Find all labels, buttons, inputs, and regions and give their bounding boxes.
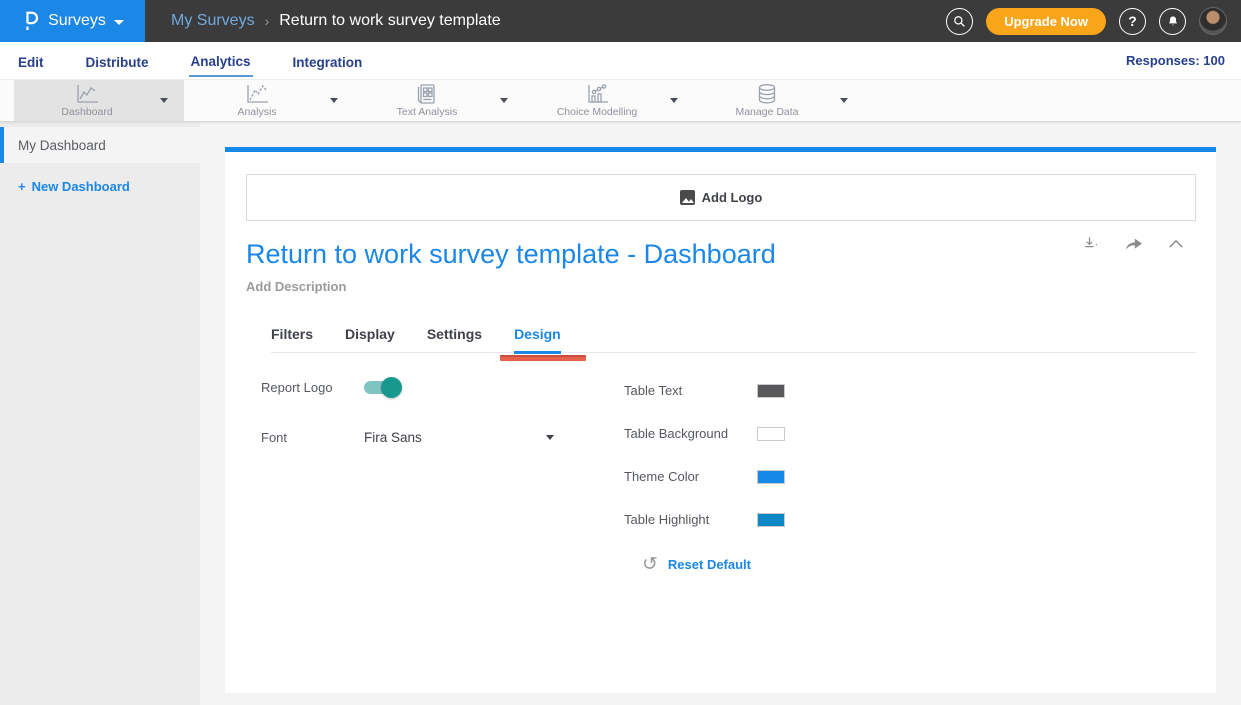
question-mark-icon: ? — [1128, 13, 1137, 29]
share-icon — [1124, 235, 1144, 253]
design-form: Report Logo Font Fira Sans Table Text — [261, 380, 1196, 574]
report-logo-label: Report Logo — [261, 380, 356, 395]
theme-color-swatch[interactable] — [757, 470, 785, 484]
nav-item-analytics[interactable]: Analytics — [189, 45, 253, 77]
text-analysis-dropdown-caret[interactable] — [500, 98, 508, 103]
table-text-label: Table Text — [624, 383, 757, 398]
text-analysis-icon — [415, 83, 439, 105]
chevron-up-icon — [1168, 238, 1184, 250]
toolbar-item-analysis[interactable]: Analysis — [184, 80, 354, 121]
dashboard-sidebar: My Dashboard + New Dashboard — [0, 122, 200, 705]
choice-modelling-icon — [584, 83, 610, 105]
dashboard-chart-icon — [74, 83, 100, 105]
table-background-label: Table Background — [624, 426, 757, 441]
analysis-dropdown-caret[interactable] — [330, 98, 338, 103]
breadcrumb-separator: › — [265, 13, 270, 29]
reset-default-button[interactable]: ↺ Reset Default — [642, 555, 785, 574]
toolbar-item-dashboard[interactable]: Dashboard — [14, 80, 184, 121]
search-icon — [952, 14, 967, 29]
search-button[interactable] — [946, 8, 973, 35]
breadcrumb-current-survey: Return to work survey template — [279, 12, 500, 30]
share-button[interactable] — [1124, 235, 1144, 253]
breadcrumb: My Surveys › Return to work survey templ… — [171, 12, 501, 30]
chevron-down-icon — [546, 435, 554, 440]
toolbar-item-text-analysis[interactable]: Text Analysis — [354, 80, 524, 121]
nav-item-edit[interactable]: Edit — [16, 46, 46, 76]
theme-color-bar — [225, 147, 1216, 152]
table-highlight-label: Table Highlight — [624, 512, 757, 527]
dashboard-dropdown-caret[interactable] — [160, 98, 168, 103]
sidebar-item-my-dashboard[interactable]: My Dashboard — [0, 127, 200, 163]
collapse-button[interactable] — [1168, 238, 1184, 250]
tab-filters[interactable]: Filters — [271, 326, 313, 352]
main-content-area: Add Logo Return to work survey template … — [200, 122, 1241, 705]
plus-icon: + — [18, 179, 26, 194]
settings-tabs: Filters Display Settings Design — [271, 326, 1196, 353]
table-text-color-swatch[interactable] — [757, 384, 785, 398]
table-highlight-color-swatch[interactable] — [757, 513, 785, 527]
dashboard-card: Add Logo Return to work survey template … — [225, 147, 1216, 693]
add-description-placeholder[interactable]: Add Description — [246, 279, 1196, 294]
toolbar-item-choice-modelling[interactable]: Choice Modelling — [524, 80, 694, 121]
design-tab-highlight-marker — [500, 355, 586, 361]
analysis-chart-icon — [244, 83, 270, 105]
choice-modelling-dropdown-caret[interactable] — [670, 98, 678, 103]
download-icon — [1082, 235, 1100, 253]
download-button[interactable] — [1082, 235, 1100, 253]
user-avatar[interactable] — [1199, 7, 1227, 35]
chevron-down-icon — [114, 20, 124, 25]
table-background-color-swatch[interactable] — [757, 427, 785, 441]
tab-design[interactable]: Design — [514, 326, 561, 354]
image-icon — [680, 190, 695, 205]
tab-settings[interactable]: Settings — [427, 326, 482, 352]
report-logo-toggle[interactable] — [364, 381, 400, 394]
font-selected-value: Fira Sans — [364, 430, 422, 445]
top-header: Surveys My Surveys › Return to work surv… — [0, 0, 1241, 42]
new-dashboard-button[interactable]: + New Dashboard — [0, 163, 200, 194]
analytics-toolbar: Dashboard Analysis Text Analysis — [0, 79, 1241, 122]
theme-color-label: Theme Color — [624, 469, 757, 484]
dashboard-actions — [1082, 235, 1184, 253]
font-select[interactable]: Fira Sans — [364, 430, 554, 445]
nav-item-integration[interactable]: Integration — [291, 46, 365, 76]
toggle-knob — [381, 377, 402, 398]
toolbar-item-manage-data[interactable]: Manage Data — [694, 80, 864, 121]
nav-item-distribute[interactable]: Distribute — [84, 46, 151, 76]
upgrade-now-button[interactable]: Upgrade Now — [986, 8, 1106, 35]
notifications-button[interactable] — [1159, 8, 1186, 35]
product-switcher[interactable]: Surveys — [0, 0, 145, 42]
header-actions: Upgrade Now ? — [946, 7, 1241, 35]
database-icon — [755, 83, 779, 105]
manage-data-dropdown-caret[interactable] — [840, 98, 848, 103]
questionpro-logo-icon — [21, 9, 40, 33]
responses-count[interactable]: Responses: 100 — [1126, 53, 1225, 68]
product-name: Surveys — [48, 12, 106, 30]
help-button[interactable]: ? — [1119, 8, 1146, 35]
reset-icon: ↺ — [642, 555, 658, 574]
bell-icon — [1166, 14, 1180, 28]
tab-display[interactable]: Display — [345, 326, 395, 352]
add-logo-dropzone[interactable]: Add Logo — [246, 174, 1196, 221]
breadcrumb-my-surveys[interactable]: My Surveys — [171, 12, 255, 30]
font-label: Font — [261, 430, 356, 445]
survey-nav: Edit Distribute Analytics Integration Re… — [0, 42, 1241, 79]
dashboard-title[interactable]: Return to work survey template - Dashboa… — [246, 239, 1066, 270]
